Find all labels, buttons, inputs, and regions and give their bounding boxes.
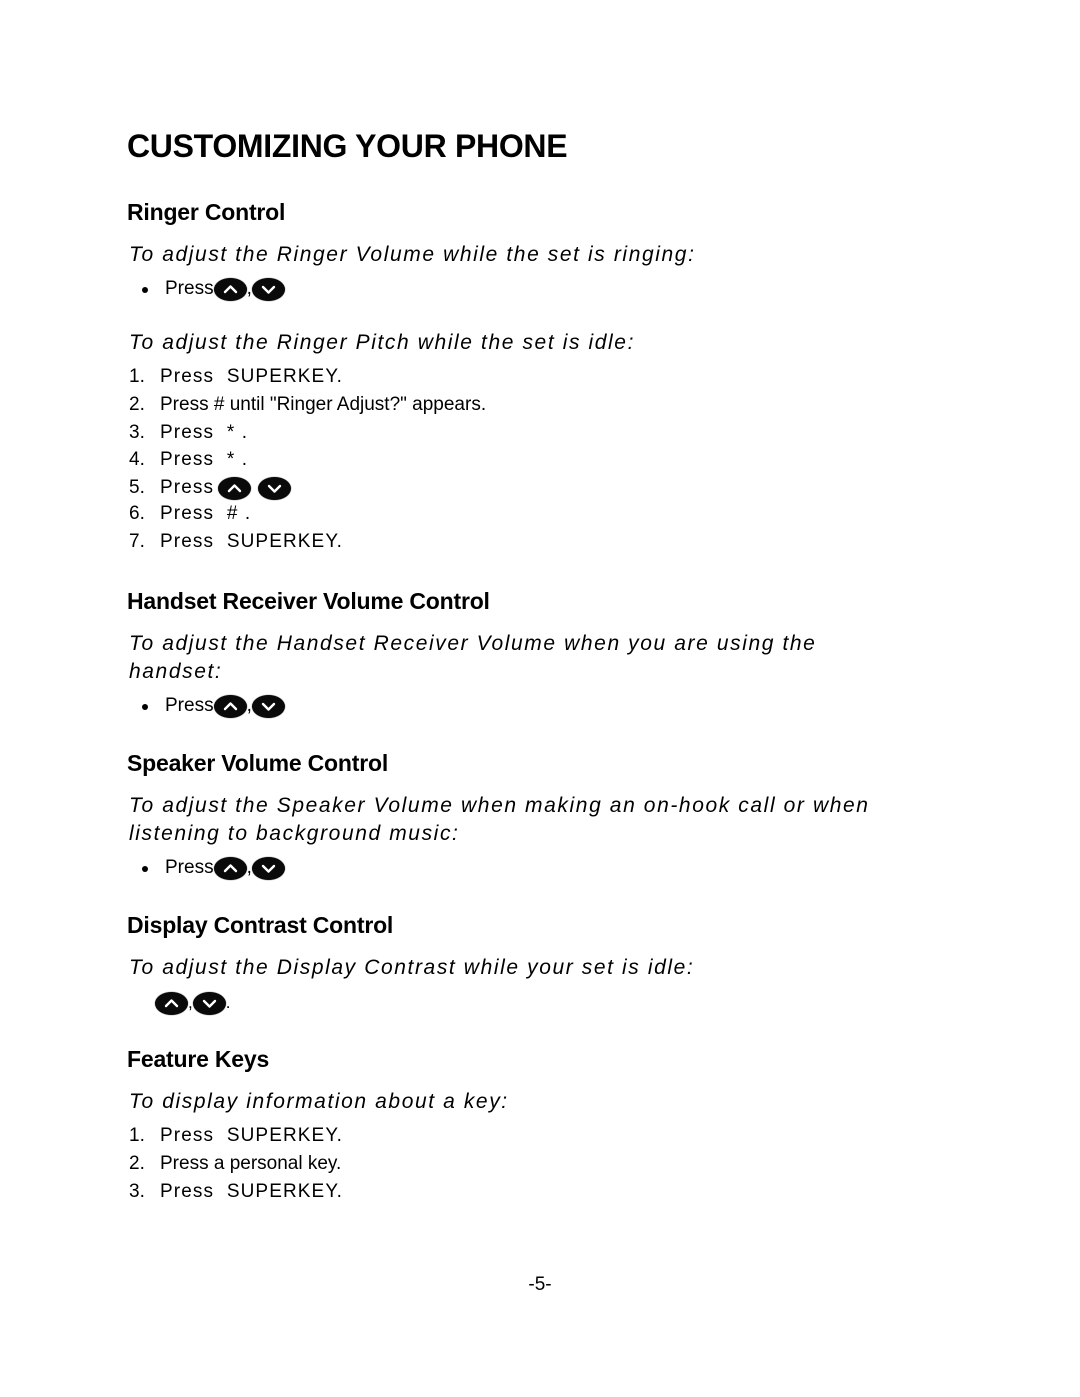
ringer-control-heading: Ringer Control (127, 199, 286, 225)
up-arrow-key-icon (155, 991, 188, 1015)
down-arrow-key-icon (251, 856, 285, 880)
step-text: Press SUPERKEY. (160, 1181, 344, 1202)
handset-volume-intro-line1: To adjust the Handset Receiver Volume wh… (129, 632, 817, 655)
step-number: 7. (129, 531, 145, 552)
speaker-volume-intro-line1: To adjust the Speaker Volume when making… (129, 794, 870, 817)
step-number: 6. (129, 503, 145, 524)
speaker-volume-intro-line2: listening to background music: (129, 822, 460, 845)
step-number: 1. (129, 366, 145, 387)
press-label: Press (165, 857, 214, 878)
pitch-step: 3. Press * . (129, 421, 248, 445)
up-arrow-key-icon (218, 476, 252, 500)
down-arrow-key-icon (192, 991, 226, 1015)
handset-volume-intro-line2: handset: (129, 660, 223, 683)
down-arrow-key-icon (251, 277, 285, 301)
display-contrast-intro: To adjust the Display Contrast while you… (129, 956, 695, 979)
step-number: 1. (129, 1125, 145, 1146)
pitch-step: 5. Press (129, 476, 292, 500)
bullet-dot (142, 704, 148, 710)
feature-step: 1. Press SUPERKEY. (129, 1124, 343, 1148)
speaker-volume-bullet: Press , (142, 855, 285, 881)
down-arrow-key-icon (258, 476, 292, 500)
step-text: Press (160, 477, 215, 498)
down-arrow-key-icon (251, 694, 285, 718)
ringer-volume-intro: To adjust the Ringer Volume while the se… (129, 243, 696, 266)
pitch-step: 1. Press SUPERKEY. (129, 365, 343, 389)
step-text: Press # . (160, 503, 252, 524)
press-label: Press (165, 278, 214, 299)
step-text: Press * . (160, 449, 249, 470)
pitch-step: 6. Press # . (129, 502, 251, 526)
step-number: 2. (129, 394, 145, 415)
step-text: Press * . (160, 422, 249, 443)
step-number: 2. (129, 1153, 145, 1174)
speaker-volume-heading: Speaker Volume Control (127, 750, 389, 776)
step-number: 3. (129, 1181, 145, 1202)
up-arrow-key-icon (213, 277, 247, 301)
bullet-dot (142, 287, 148, 293)
page-title: CUSTOMIZING YOUR PHONE (127, 128, 568, 164)
step-number: 4. (129, 449, 145, 470)
press-label: Press (165, 695, 214, 716)
feature-keys-heading: Feature Keys (127, 1046, 270, 1072)
display-contrast-heading: Display Contrast Control (127, 912, 394, 938)
handset-volume-heading: Handset Receiver Volume Control (127, 588, 490, 614)
step-text: Press # until "Ringer Adjust?" appears. (160, 394, 487, 415)
bullet-dot (142, 866, 148, 872)
page-number: -5- (528, 1274, 552, 1295)
step-text: Press a personal key. (160, 1153, 342, 1174)
feature-step: 3. Press SUPERKEY. (129, 1180, 343, 1204)
step-text: Press SUPERKEY. (160, 366, 344, 387)
pitch-step: 7. Press SUPERKEY. (129, 530, 343, 554)
feature-keys-intro: To display information about a key: (129, 1090, 509, 1113)
up-arrow-key-icon (213, 694, 247, 718)
step-number: 3. (129, 422, 145, 443)
step-text: Press SUPERKEY. (160, 531, 344, 552)
display-contrast-keys: , . (155, 990, 230, 1016)
pitch-step: 4. Press * . (129, 448, 248, 472)
up-arrow-key-icon (213, 856, 247, 880)
pitch-step: 2. Press # until "Ringer Adjust?" appears… (129, 393, 486, 417)
terminator: . (225, 993, 231, 1012)
ringer-pitch-intro: To adjust the Ringer Pitch while the set… (129, 331, 636, 354)
handset-volume-bullet: Press , (142, 693, 285, 719)
step-text: Press SUPERKEY. (160, 1125, 344, 1146)
step-number: 5. (129, 477, 145, 498)
ringer-volume-bullet: Press , (142, 276, 285, 302)
feature-step: 2. Press a personal key. (129, 1152, 341, 1176)
